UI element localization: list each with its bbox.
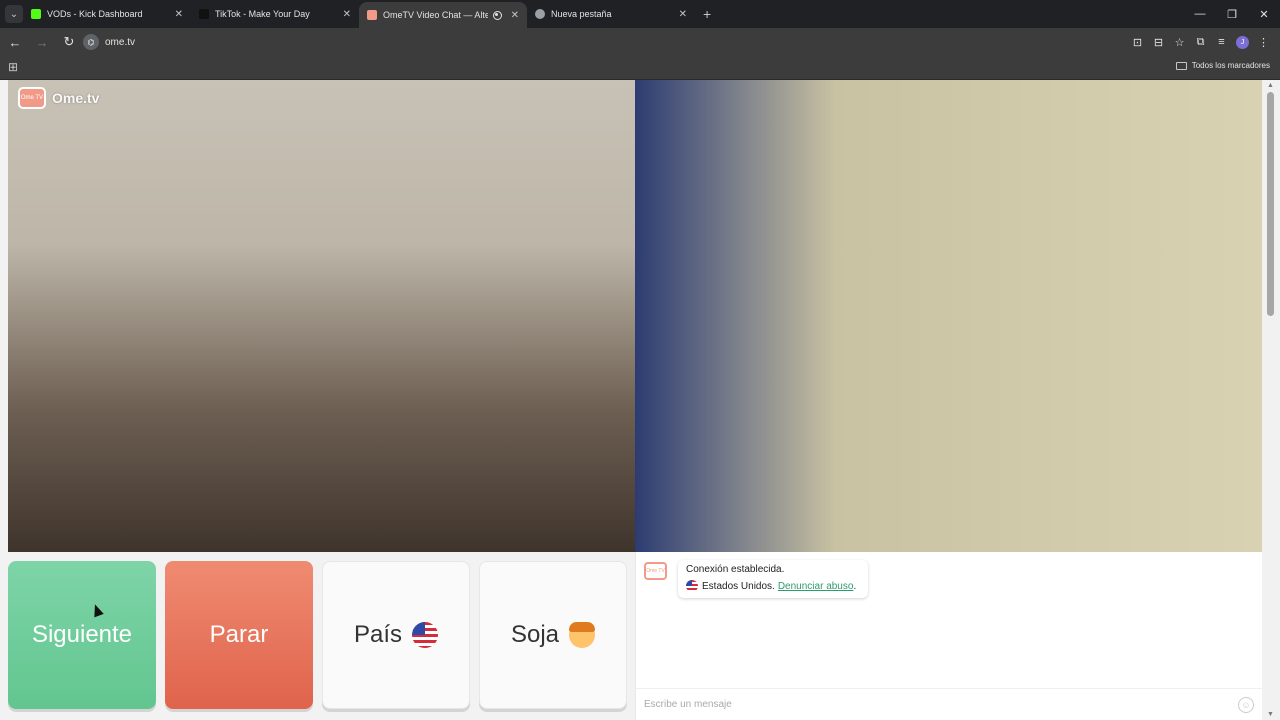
tiktok-favicon-icon bbox=[199, 9, 209, 19]
tab-label: OmeTV Video Chat — Alter bbox=[383, 10, 488, 20]
ometv-badge: Ome TV bbox=[18, 87, 46, 109]
window-controls: — ❐ ✕ bbox=[1184, 0, 1280, 28]
site-info-icon[interactable]: ⌬ bbox=[83, 34, 99, 50]
tab-close-icon[interactable]: ✕ bbox=[175, 9, 183, 20]
emoji-smiley-icon[interactable]: ☺ bbox=[1238, 696, 1254, 713]
country-filter-button[interactable]: País bbox=[322, 561, 470, 709]
page-scrollbar[interactable]: ▲ ▼ bbox=[1262, 80, 1280, 720]
country-button-label: País bbox=[353, 621, 403, 648]
apps-grid-icon[interactable]: ⊞ bbox=[8, 60, 18, 74]
next-button-label: Siguiente bbox=[31, 621, 133, 648]
forward-arrow-icon[interactable]: → bbox=[30, 30, 54, 54]
tab-tiktok[interactable]: TikTok - Make Your Day ✕ bbox=[191, 0, 359, 28]
ometv-brand-name: Ome.tv bbox=[52, 90, 100, 106]
bookmark-star-icon[interactable]: ☆ bbox=[1169, 31, 1190, 53]
address-bar[interactable]: ⌬ ome.tv bbox=[80, 31, 1080, 53]
profile-avatar[interactable]: J bbox=[1236, 35, 1249, 49]
scrollbar-thumb[interactable] bbox=[1267, 92, 1274, 316]
ometv-chat-logo: Ome TV bbox=[644, 562, 667, 580]
ometv-favicon-icon bbox=[367, 10, 377, 20]
connection-status: Conexión establecida. bbox=[686, 564, 785, 575]
scroll-down-icon[interactable]: ▼ bbox=[1267, 711, 1274, 718]
tab-label: Nueva pestaña bbox=[551, 9, 612, 19]
browser-toolbar: ← → ↻ ⌬ ome.tv ⊡ ⊟ ☆ ⧉ ≡ J ⋮ bbox=[0, 28, 1280, 56]
recording-indicator-icon bbox=[492, 10, 502, 20]
all-bookmarks-label: Todos los marcadores bbox=[1191, 61, 1270, 70]
gender-filter-button[interactable]: Soja bbox=[479, 561, 627, 709]
folder-icon bbox=[1175, 61, 1187, 70]
url-text[interactable]: ome.tv bbox=[105, 37, 135, 48]
tab-close-icon[interactable]: ✕ bbox=[511, 10, 519, 21]
report-abuse-link[interactable]: Denunciar abuso bbox=[778, 581, 854, 592]
tab-new-tab[interactable]: Nueva pestaña ✕ bbox=[527, 0, 695, 28]
chrome-favicon-icon bbox=[535, 9, 545, 19]
gender-button-label: Soja bbox=[510, 621, 560, 648]
chat-panel: Ome TV Conexión establecida. Estados Uni… bbox=[635, 552, 1262, 720]
message-composer: ☺ bbox=[636, 688, 1262, 720]
us-flag-icon bbox=[686, 580, 698, 592]
bookmarks-bar: ⊞ Todos los marcadores bbox=[0, 56, 1280, 80]
tab-label: TikTok - Make Your Day bbox=[215, 9, 310, 19]
local-video bbox=[635, 80, 1262, 552]
tab-search-chevron-down-icon[interactable]: ⌄ bbox=[5, 5, 23, 23]
tab-close-icon[interactable]: ✕ bbox=[343, 9, 351, 20]
back-arrow-icon[interactable]: ← bbox=[3, 30, 27, 54]
remote-video: Ome TV Ome.tv bbox=[8, 80, 635, 552]
us-flag-icon bbox=[412, 622, 439, 648]
extensions-puzzle-icon[interactable]: ⧉ bbox=[1190, 31, 1211, 53]
kick-favicon-icon bbox=[31, 9, 41, 19]
page-viewport: Ome TV Ome.tv Siguiente Parar País Soja … bbox=[0, 80, 1280, 720]
tab-kick-dashboard[interactable]: VODs - Kick Dashboard ✕ bbox=[23, 0, 191, 28]
minimize-icon[interactable]: — bbox=[1184, 0, 1216, 28]
scroll-up-icon[interactable]: ▲ bbox=[1267, 82, 1274, 89]
report-suffix: . bbox=[853, 580, 857, 592]
partner-country: Estados Unidos bbox=[702, 580, 773, 592]
kebab-menu-icon[interactable]: ⋮ bbox=[1253, 31, 1274, 53]
separator: . bbox=[772, 580, 775, 592]
boy-face-icon bbox=[569, 622, 596, 648]
media-controls-icon[interactable]: ≡ bbox=[1211, 31, 1232, 53]
system-message: Conexión establecida. Estados Unidos . D… bbox=[678, 560, 868, 598]
cast-icon[interactable]: ⊟ bbox=[1148, 31, 1169, 53]
tab-label: VODs - Kick Dashboard bbox=[47, 9, 143, 19]
tab-close-icon[interactable]: ✕ bbox=[679, 9, 687, 20]
browser-tab-strip: ⌄ VODs - Kick Dashboard ✕ TikTok - Make … bbox=[0, 0, 1280, 28]
stop-button-label: Parar bbox=[209, 621, 269, 648]
maximize-icon[interactable]: ❐ bbox=[1216, 0, 1248, 28]
toolbar-actions: ⊡ ⊟ ☆ ⧉ ≡ J ⋮ bbox=[1127, 31, 1274, 53]
stop-button[interactable]: Parar bbox=[165, 561, 313, 709]
next-button[interactable]: Siguiente bbox=[8, 561, 156, 709]
close-window-icon[interactable]: ✕ bbox=[1248, 0, 1280, 28]
message-input[interactable] bbox=[644, 699, 1238, 710]
reload-icon[interactable]: ↻ bbox=[57, 30, 81, 54]
new-tab-plus-icon[interactable]: + bbox=[703, 6, 711, 22]
chat-controls: Siguiente Parar País Soja bbox=[8, 561, 628, 711]
tab-ometv[interactable]: OmeTV Video Chat — Alter ✕ bbox=[359, 2, 527, 28]
translate-icon[interactable]: ⊡ bbox=[1127, 31, 1148, 53]
ometv-logo: Ome TV Ome.tv bbox=[18, 87, 99, 109]
all-bookmarks-button[interactable]: Todos los marcadores bbox=[1175, 61, 1270, 70]
